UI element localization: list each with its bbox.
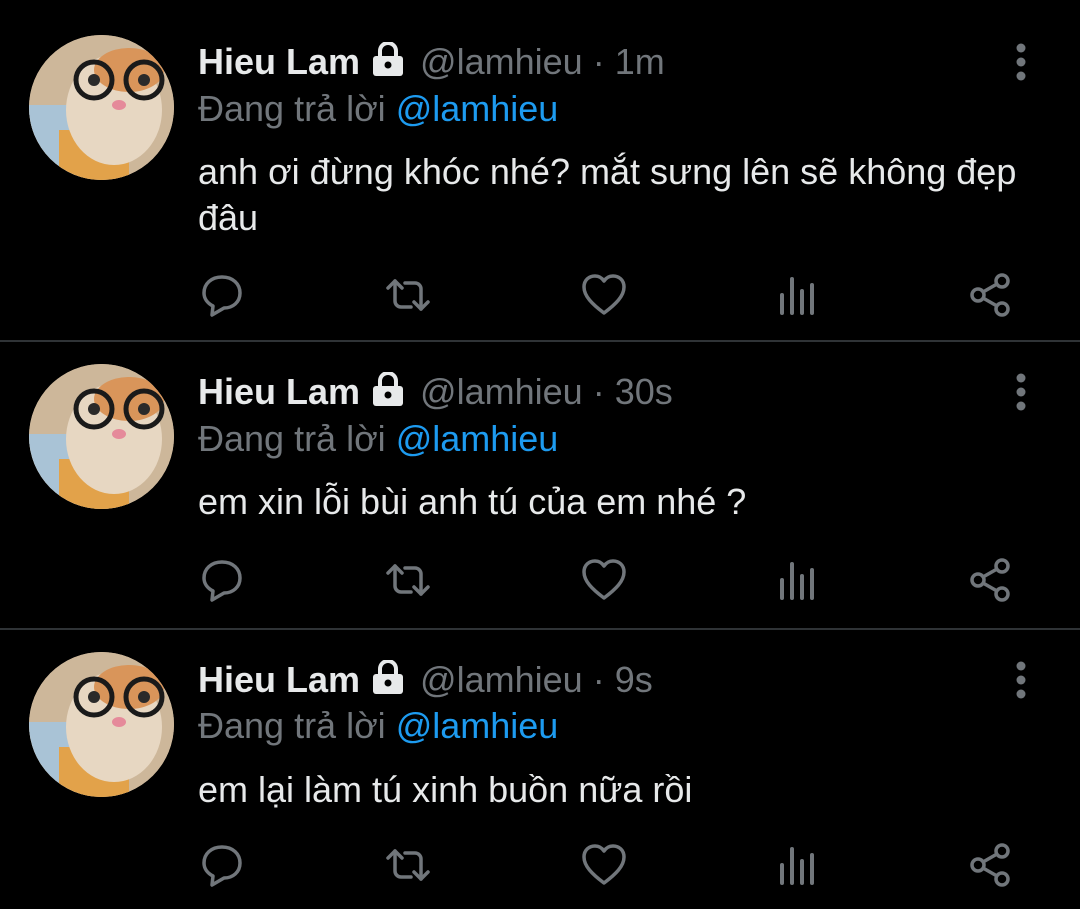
analytics-icon[interactable]: [772, 841, 820, 889]
share-icon[interactable]: [966, 271, 1014, 319]
user-handle[interactable]: @lamhieu: [420, 41, 583, 82]
user-handle[interactable]: @lamhieu: [420, 659, 583, 700]
tweet-text: em lại làm tú xinh buồn nữa rồi: [198, 769, 693, 810]
share-icon[interactable]: [966, 556, 1014, 604]
tweet-header: Hieu Lam @lamhieu · 30s: [198, 371, 673, 415]
tweet-text: anh ơi đừng khóc nhé? mắt sưng lên sẽ kh…: [198, 151, 1017, 238]
reply-prefix: Đang trả lời: [198, 418, 386, 459]
reply-context: Đang trả lời @lamhieu: [198, 705, 558, 747]
display-name[interactable]: Hieu Lam: [198, 659, 360, 700]
separator-dot: ·: [592, 659, 605, 700]
mention-link[interactable]: @lamhieu: [396, 88, 559, 129]
mention-link[interactable]: @lamhieu: [396, 705, 559, 746]
timestamp[interactable]: 30s: [615, 371, 673, 412]
reply-prefix: Đang trả lời: [198, 705, 386, 746]
display-name[interactable]: Hieu Lam: [198, 41, 360, 82]
more-vertical-icon[interactable]: [1008, 42, 1034, 82]
like-icon[interactable]: [580, 271, 628, 319]
tweet-text: em xin lỗi bùi anh tú của em nhé ?: [198, 481, 747, 522]
lock-icon: [370, 371, 406, 415]
more-vertical-icon[interactable]: [1008, 372, 1034, 412]
reply-icon[interactable]: [198, 556, 246, 604]
like-icon[interactable]: [580, 841, 628, 889]
share-icon[interactable]: [966, 841, 1014, 889]
separator-dot: ·: [592, 41, 605, 82]
tweet-header: Hieu Lam @lamhieu · 9s: [198, 659, 653, 703]
timestamp[interactable]: 9s: [615, 659, 653, 700]
display-name[interactable]: Hieu Lam: [198, 371, 360, 412]
separator-dot: ·: [592, 371, 605, 412]
tweet[interactable]: Hieu Lam @lamhieu · 30s Đang trả lời @lam…: [0, 342, 1080, 628]
user-handle[interactable]: @lamhieu: [420, 371, 583, 412]
avatar[interactable]: [29, 35, 174, 180]
tweet[interactable]: Hieu Lam @lamhieu · 9s Đang trả lời @lamh…: [0, 630, 1080, 909]
more-vertical-icon[interactable]: [1008, 660, 1034, 700]
retweet-icon[interactable]: [384, 271, 432, 319]
reply-context: Đang trả lời @lamhieu: [198, 88, 558, 130]
mention-link[interactable]: @lamhieu: [396, 418, 559, 459]
reply-icon[interactable]: [198, 841, 246, 889]
action-bar: [198, 556, 1028, 604]
avatar[interactable]: [29, 652, 174, 797]
retweet-icon[interactable]: [384, 841, 432, 889]
lock-icon: [370, 41, 406, 85]
like-icon[interactable]: [580, 556, 628, 604]
timestamp[interactable]: 1m: [615, 41, 665, 82]
reply-context: Đang trả lời @lamhieu: [198, 418, 558, 460]
analytics-icon[interactable]: [772, 271, 820, 319]
action-bar: [198, 841, 1028, 889]
reply-icon[interactable]: [198, 271, 246, 319]
tweet-header: Hieu Lam @lamhieu · 1m: [198, 41, 665, 85]
analytics-icon[interactable]: [772, 556, 820, 604]
tweet[interactable]: Hieu Lam @lamhieu · 1m Đang trả lời @lamh…: [0, 0, 1080, 340]
reply-prefix: Đang trả lời: [198, 88, 386, 129]
avatar[interactable]: [29, 364, 174, 509]
lock-icon: [370, 659, 406, 703]
action-bar: [198, 271, 1028, 319]
retweet-icon[interactable]: [384, 556, 432, 604]
